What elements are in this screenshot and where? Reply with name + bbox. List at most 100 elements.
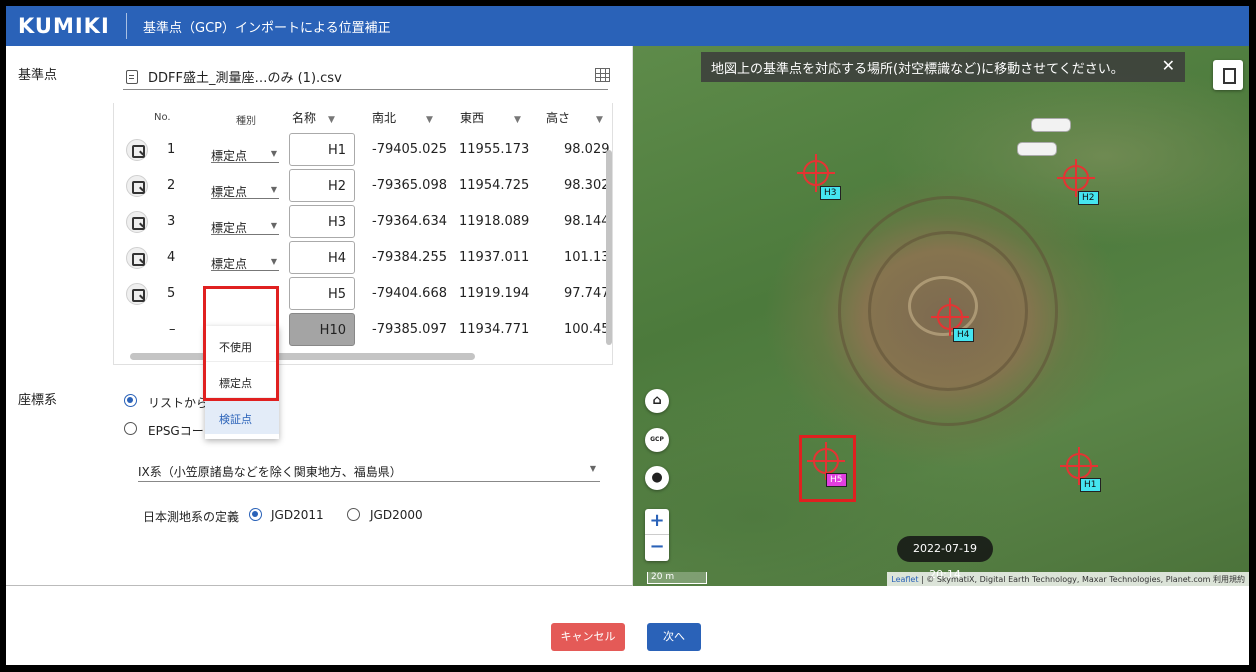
table-row: 4 標定点 ▼ H4 -79384.255 11937.011 101.139 <box>114 241 612 277</box>
row-no: 3 <box>167 214 176 229</box>
height-value: 98.029 <box>564 142 610 157</box>
attribution-text: | © SkymatiX, Digital Earth Technology, … <box>918 575 1245 584</box>
radio-crs-list[interactable] <box>124 394 137 407</box>
name-input[interactable]: H1 <box>289 133 355 166</box>
vertical-scrollbar[interactable] <box>606 150 612 345</box>
row-no: 5 <box>167 286 176 301</box>
row-no: 1 <box>167 142 176 157</box>
vehicle <box>1017 142 1057 156</box>
radio-jgd2011[interactable] <box>249 508 262 521</box>
aerial-map[interactable]: 地図上の基準点を対応する場所(対空標識など)に移動させてください。 ✕ H3 H… <box>633 46 1249 586</box>
sort-icon: ▼ <box>328 115 335 125</box>
app-frame: KUMIKI 基準点（GCP）インポートによる位置補正 基準点 DDFF盛土_測… <box>6 6 1249 665</box>
name-input[interactable]: H4 <box>289 241 355 274</box>
type-select-value: 標定点 <box>211 221 248 235</box>
gcp-target-h3[interactable] <box>797 154 835 192</box>
table-row: 5 H5 -79404.668 11919.194 97.747 <box>114 277 612 313</box>
table-settings-icon[interactable] <box>595 68 610 82</box>
chevron-down-icon: ▼ <box>589 464 596 473</box>
name-input[interactable]: H5 <box>289 277 355 310</box>
crs-select[interactable]: IX系（小笠原諸島などを除く関東地方、福島県） ▼ <box>138 460 600 482</box>
height-value: 98.144 <box>564 214 610 229</box>
zoom-in-button[interactable]: + <box>645 509 669 535</box>
ew-value: 11954.725 <box>459 178 530 193</box>
col-header-no: No. <box>154 112 171 123</box>
type-select[interactable]: 標定点 ▼ <box>211 249 279 271</box>
col-header-name[interactable]: 名称 ▼ <box>292 109 335 126</box>
sort-icon: ▼ <box>596 115 603 125</box>
gcp-section-label: 基準点 <box>18 68 58 83</box>
radio-jgd2000-label: JGD2000 <box>370 508 423 522</box>
gcp-label-h1: H1 <box>1080 478 1101 492</box>
radio-crs-list-label: リストから <box>148 396 209 410</box>
sort-icon: ▼ <box>514 115 521 125</box>
col-header-name-label: 名称 <box>292 111 317 125</box>
zoom-to-point-icon[interactable] <box>126 211 148 233</box>
close-icon[interactable]: ✕ <box>1162 56 1175 75</box>
gcp-file-name: DDFF盛土_測量座…のみ (1).csv <box>148 71 342 86</box>
chevron-down-icon: ▼ <box>270 221 277 230</box>
map-instruction-banner: 地図上の基準点を対応する場所(対空標識など)に移動させてください。 ✕ <box>701 52 1185 82</box>
gcp-label-h4: H4 <box>953 328 974 342</box>
zoom-out-button[interactable]: − <box>645 535 669 561</box>
type-select[interactable]: 標定点 ▼ <box>211 141 279 163</box>
radio-jgd2011-label: JGD2011 <box>271 508 324 522</box>
horizontal-scrollbar[interactable] <box>130 353 475 360</box>
gcp-fit-icon[interactable]: GCP <box>645 428 669 452</box>
location-pin-icon[interactable]: ● <box>645 466 669 490</box>
row-no: 4 <box>167 250 176 265</box>
chevron-down-icon: ▼ <box>270 257 277 266</box>
type-select-value: 標定点 <box>211 149 248 163</box>
home-icon[interactable]: ⌂ <box>645 389 669 413</box>
type-select-value: 標定点 <box>211 257 248 271</box>
zoom-to-point-icon[interactable] <box>126 247 148 269</box>
height-value: 101.139 <box>564 250 610 265</box>
height-value: 98.302 <box>564 178 610 193</box>
gcp-file-field[interactable]: DDFF盛土_測量座…のみ (1).csv <box>123 64 610 90</box>
zoom-control: + − <box>645 509 669 561</box>
name-input[interactable]: H3 <box>289 205 355 238</box>
gcp-target-h4[interactable] <box>931 298 969 336</box>
radio-jgd2000[interactable] <box>347 508 360 521</box>
type-select[interactable]: 標定点 ▼ <box>211 177 279 199</box>
name-input: H10 <box>289 313 355 346</box>
map-layers-icon[interactable] <box>1213 60 1243 90</box>
zoom-to-point-icon[interactable] <box>126 175 148 197</box>
ew-value: 11934.771 <box>459 322 530 337</box>
col-header-ew[interactable]: 東西 ▼ <box>460 109 521 126</box>
crs-select-value: IX系（小笠原諸島などを除く関東地方、福島県） <box>138 465 402 479</box>
menu-item-check-point[interactable]: 検証点 <box>205 398 279 434</box>
ns-value: -79404.668 <box>372 286 447 301</box>
zoom-to-point-icon[interactable] <box>126 139 148 161</box>
highlight-box <box>203 286 279 401</box>
next-button[interactable]: 次へ <box>647 623 701 651</box>
col-header-h[interactable]: 高さ ▼ <box>546 109 603 126</box>
col-header-ns-label: 南北 <box>372 111 397 125</box>
cancel-button[interactable]: キャンセル <box>551 623 625 651</box>
zoom-to-point-icon[interactable] <box>126 283 148 305</box>
leaflet-link[interactable]: Leaflet <box>891 575 918 584</box>
col-header-ew-label: 東西 <box>460 111 485 125</box>
name-input[interactable]: H2 <box>289 169 355 202</box>
header-divider <box>126 13 127 39</box>
gcp-target-h1[interactable] <box>1060 447 1098 485</box>
col-header-h-label: 高さ <box>546 111 571 125</box>
col-header-ns[interactable]: 南北 ▼ <box>372 109 433 126</box>
gcp-target-h2[interactable] <box>1057 159 1095 197</box>
radio-crs-epsg[interactable] <box>124 422 137 435</box>
ns-value: -79384.255 <box>372 250 447 265</box>
datum-label: 日本測地系の定義 <box>143 510 240 524</box>
height-value: 97.747 <box>564 286 610 301</box>
ns-value: -79364.634 <box>372 214 447 229</box>
page-title: 基準点（GCP）インポートによる位置補正 <box>143 20 391 36</box>
highlight-box <box>799 435 856 502</box>
table-row: 3 標定点 ▼ H3 -79364.634 11918.089 98.144 <box>114 205 612 241</box>
table-row: 2 標定点 ▼ H2 -79365.098 11954.725 98.302 <box>114 169 612 205</box>
file-icon <box>126 69 138 84</box>
table-row: – H10 -79385.097 11934.771 100.452 <box>114 313 612 349</box>
chevron-down-icon: ▼ <box>270 185 277 194</box>
map-scale: 20 m <box>647 572 707 584</box>
capture-timestamp: 2022-07-19 20:14 <box>897 536 993 581</box>
ew-value: 11919.194 <box>459 286 530 301</box>
type-select[interactable]: 標定点 ▼ <box>211 213 279 235</box>
